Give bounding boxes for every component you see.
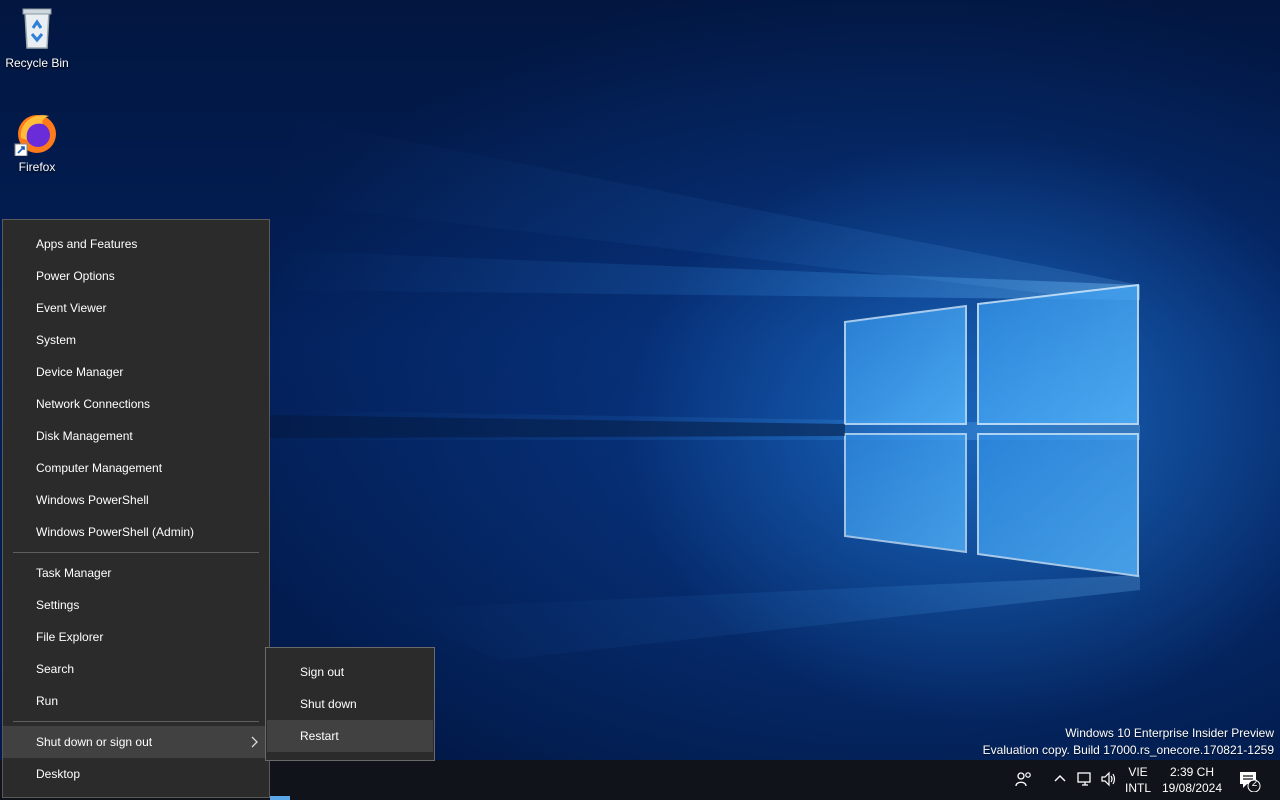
- recycle-bin-icon: [13, 4, 61, 52]
- menu-item-desktop[interactable]: Desktop: [3, 758, 269, 790]
- menu-separator: [13, 721, 259, 722]
- ime-language: VIE: [1128, 765, 1148, 779]
- action-center-icon[interactable]: 2: [1238, 770, 1262, 793]
- input-language-indicator[interactable]: VIE INTL: [1124, 764, 1152, 796]
- menu-item-power-options[interactable]: Power Options: [3, 260, 269, 292]
- menu-item-computer-management[interactable]: Computer Management: [3, 452, 269, 484]
- clock-date: 19/08/2024: [1161, 781, 1223, 795]
- menu-item-task-manager[interactable]: Task Manager: [3, 557, 269, 589]
- desktop-icon-label: Recycle Bin: [5, 56, 69, 70]
- desktop-icon-label: Firefox: [18, 160, 56, 174]
- ime-layout: INTL: [1124, 781, 1151, 795]
- menu-item-settings[interactable]: Settings: [3, 589, 269, 621]
- taskbar-clock[interactable]: 2:39 CH 19/08/2024: [1160, 764, 1224, 796]
- menu-item-disk-management[interactable]: Disk Management: [3, 420, 269, 452]
- menu-item-windows-powershell-admin[interactable]: Windows PowerShell (Admin): [3, 516, 269, 548]
- menu-item-shut-down-or-sign-out[interactable]: Shut down or sign out: [3, 726, 269, 758]
- show-hidden-icons-chevron[interactable]: [1050, 770, 1070, 790]
- menu-item-system[interactable]: System: [3, 324, 269, 356]
- menu-item-search[interactable]: Search: [3, 653, 269, 685]
- menu-item-network-connections[interactable]: Network Connections: [3, 388, 269, 420]
- watermark-line-2: Evaluation copy. Build 17000.rs_onecore.…: [982, 743, 1274, 757]
- power-user-menu: Apps and Features Power Options Event Vi…: [2, 219, 270, 798]
- menu-item-apps-and-features[interactable]: Apps and Features: [3, 228, 269, 260]
- menu-item-windows-powershell[interactable]: Windows PowerShell: [3, 484, 269, 516]
- menu-item-run[interactable]: Run: [3, 685, 269, 717]
- start-button-accent: [270, 796, 290, 800]
- notification-count-badge: 2: [1251, 778, 1258, 789]
- watermark-line-1: Windows 10 Enterprise Insider Preview: [1065, 726, 1274, 740]
- clock-time: 2:39 CH: [1169, 765, 1215, 779]
- desktop-icon-recycle-bin[interactable]: Recycle Bin: [0, 4, 74, 70]
- menu-separator: [13, 552, 259, 553]
- volume-icon[interactable]: [1099, 770, 1119, 790]
- submenu-item-sign-out[interactable]: Sign out: [267, 656, 433, 688]
- submenu-item-restart[interactable]: Restart: [267, 720, 433, 752]
- submenu-item-shut-down[interactable]: Shut down: [267, 688, 433, 720]
- menu-item-event-viewer[interactable]: Event Viewer: [3, 292, 269, 324]
- evaluation-watermark: Windows 10 Enterprise Insider Preview Ev…: [983, 725, 1274, 759]
- people-icon[interactable]: [1014, 770, 1034, 790]
- menu-item-device-manager[interactable]: Device Manager: [3, 356, 269, 388]
- menu-item-file-explorer[interactable]: File Explorer: [3, 621, 269, 653]
- firefox-icon: [13, 108, 61, 157]
- menu-item-label: Shut down or sign out: [36, 735, 153, 749]
- desktop-icon-firefox[interactable]: Firefox: [0, 108, 74, 174]
- shut-down-submenu: Sign out Shut down Restart: [265, 647, 435, 761]
- network-icon[interactable]: [1075, 770, 1095, 790]
